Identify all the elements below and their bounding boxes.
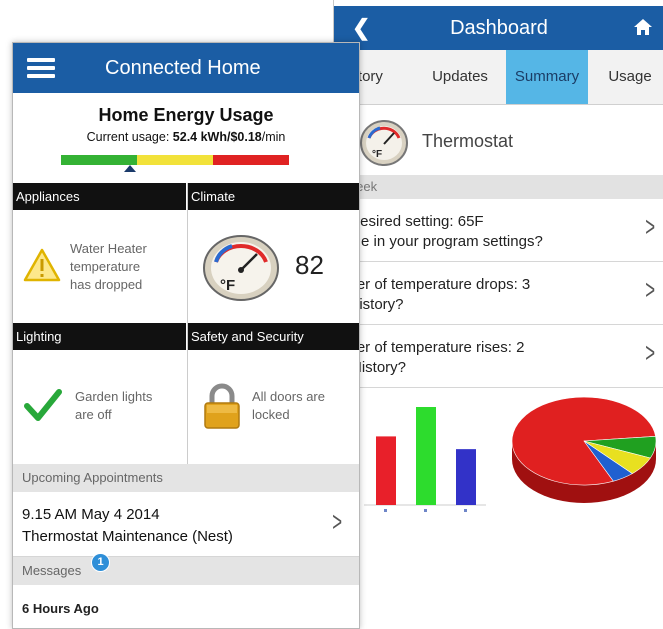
appliances-header: Appliances <box>13 183 186 210</box>
row-line-1: mber of temperature drops: 3 <box>336 276 531 293</box>
bar-tick-1 <box>384 509 387 512</box>
lights-line-1: Garden lights <box>75 389 153 404</box>
appliances-tile[interactable]: Water Heater temperature has dropped <box>13 210 186 323</box>
doors-line-1: All doors are <box>252 389 325 404</box>
alert-line-1: Water Heater <box>70 241 147 256</box>
usage-suffix: /min <box>261 130 286 144</box>
tab-summary[interactable]: Summary <box>506 50 588 104</box>
row-line-2: ange in your program settings? <box>336 233 543 250</box>
lights-line-2: are off <box>75 407 112 422</box>
appointment-row[interactable]: 9.15 AM May 4 2014 Thermostat Maintenanc… <box>13 492 359 557</box>
energy-usage-title: Home Energy Usage <box>98 105 274 125</box>
alert-line-2: temperature <box>70 259 141 274</box>
pie-chart <box>511 396 657 503</box>
meter-pointer-icon <box>124 165 136 172</box>
tab-usage[interactable]: Usage <box>596 50 663 104</box>
meter-yellow-segment <box>137 155 213 165</box>
dashboard-title: Dashboard <box>450 17 548 39</box>
usage-value: 52.4 kWh/$0.18 <box>172 130 262 144</box>
message-item-time[interactable]: 6 Hours Ago <box>22 601 99 616</box>
unit-label: °F <box>220 277 235 294</box>
dashboard-header: ❮ Dashboard <box>334 6 663 50</box>
doors-line-2: locked <box>252 407 290 422</box>
thermostat-summary-row[interactable]: °F Thermostat <box>334 105 663 175</box>
appointment-time: 9.15 AM May 4 2014 <box>22 506 160 523</box>
doors-locked-text: All doors are locked <box>252 388 325 424</box>
chevron-right-icon: > <box>644 274 655 305</box>
home-icon[interactable] <box>634 19 652 35</box>
tab-updates[interactable]: Updates <box>418 50 502 104</box>
bar-3 <box>456 449 476 505</box>
summary-row-temperature-drops[interactable]: mber of temperature drops: 3 w history? … <box>334 262 663 325</box>
lighting-tile[interactable]: Garden lights are off <box>13 350 186 464</box>
messages-count-badge: 1 <box>91 553 110 572</box>
bar-tick-2 <box>424 509 427 512</box>
messages-header: Messages <box>13 557 359 585</box>
connected-home-title: Connected Home <box>105 57 261 79</box>
week-section-header: s Week <box>334 175 663 199</box>
appointments-header: Upcoming Appointments <box>13 464 359 492</box>
hamburger-menu-icon[interactable] <box>27 58 55 78</box>
climate-tile[interactable]: °F 82 <box>188 210 359 323</box>
bar-2 <box>416 407 436 505</box>
checkmark-icon <box>24 389 62 421</box>
dashboard-screen: ❮ Dashboard istory Updates Summary Usage… <box>333 0 663 535</box>
row-line-1: mber of temperature rises: 2 <box>336 339 525 356</box>
climate-header: Climate <box>188 183 359 210</box>
appointment-title: Thermostat Maintenance (Nest) <box>22 528 233 545</box>
bar-1 <box>376 436 396 505</box>
garden-lights-text: Garden lights are off <box>75 388 152 424</box>
bar-tick-3 <box>464 509 467 512</box>
thermostat-label: Thermostat <box>422 131 514 151</box>
thermostat-gauge-icon: °F <box>203 235 279 301</box>
chevron-right-icon: > <box>331 506 342 537</box>
connected-home-screen: Connected Home Home Energy Usage Current… <box>12 42 360 629</box>
security-tile[interactable]: All doors are locked <box>188 350 359 464</box>
chevron-right-icon: > <box>644 211 655 242</box>
padlock-icon <box>204 383 240 429</box>
warning-icon <box>23 248 61 282</box>
meter-green-segment <box>61 155 137 165</box>
current-temperature: 82 <box>295 250 324 280</box>
summary-row-desired-setting[interactable]: st desired setting: 65F ange in your pro… <box>334 199 663 262</box>
summary-row-temperature-rises[interactable]: mber of temperature rises: 2 w History? … <box>334 325 663 388</box>
svg-text:°F: °F <box>372 149 382 160</box>
dashboard-tabs: istory Updates Summary Usage <box>334 50 663 105</box>
chevron-right-icon: > <box>644 337 655 368</box>
safety-security-header: Safety and Security <box>188 323 359 350</box>
current-usage-text: Current usage: 52.4 kWh/$0.18/min <box>13 130 359 144</box>
connected-home-header: Connected Home <box>13 43 359 93</box>
bar-chart <box>364 407 486 512</box>
usage-prefix: Current usage: <box>86 130 173 144</box>
thermostat-gauge-icon: °F <box>360 120 408 166</box>
water-heater-alert-text: Water Heater temperature has dropped <box>70 240 147 294</box>
energy-meter <box>61 155 289 165</box>
usage-charts <box>364 396 657 512</box>
lighting-header: Lighting <box>13 323 186 350</box>
meter-red-segment <box>213 155 289 165</box>
alert-line-3: has dropped <box>70 277 143 292</box>
